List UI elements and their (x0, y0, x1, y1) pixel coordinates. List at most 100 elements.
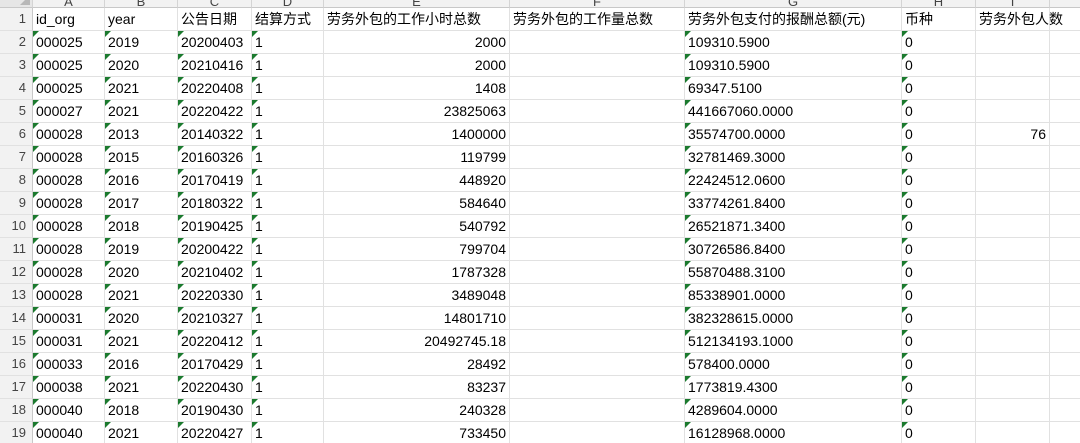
header-cell-a[interactable]: id_org (33, 8, 105, 31)
cell-id-org[interactable]: 000028 (33, 169, 105, 192)
cell-settle[interactable]: 1 (252, 307, 324, 330)
row-number[interactable]: 18 (0, 399, 33, 422)
cell-j[interactable] (1050, 376, 1080, 399)
cell-people[interactable] (976, 192, 1050, 215)
cell-pay[interactable]: 4289604.0000 (685, 399, 902, 422)
cell-workload[interactable] (510, 77, 685, 100)
cell-date[interactable]: 20200422 (178, 238, 252, 261)
cell-workload[interactable] (510, 307, 685, 330)
cell-id-org[interactable]: 000028 (33, 146, 105, 169)
cell-j[interactable] (1050, 192, 1080, 215)
cell-currency[interactable]: 0 (902, 215, 976, 238)
header-cell-c[interactable]: 公告日期 (178, 8, 252, 31)
cell-year[interactable]: 2013 (105, 123, 178, 146)
cell-people[interactable] (976, 261, 1050, 284)
cell-settle[interactable]: 1 (252, 169, 324, 192)
cell-workload[interactable] (510, 54, 685, 77)
cell-pay[interactable]: 109310.5900 (685, 31, 902, 54)
column-header-f[interactable]: F (510, 0, 685, 8)
cell-settle[interactable]: 1 (252, 54, 324, 77)
header-cell-j[interactable] (1050, 8, 1080, 31)
cell-hours[interactable]: 14801710 (324, 307, 510, 330)
cell-settle[interactable]: 1 (252, 123, 324, 146)
cell-id-org[interactable]: 000031 (33, 330, 105, 353)
row-number[interactable]: 16 (0, 353, 33, 376)
cell-currency[interactable]: 0 (902, 376, 976, 399)
cell-currency[interactable]: 0 (902, 261, 976, 284)
cell-workload[interactable] (510, 238, 685, 261)
cell-currency[interactable]: 0 (902, 238, 976, 261)
cell-currency[interactable]: 0 (902, 192, 976, 215)
cell-currency[interactable]: 0 (902, 77, 976, 100)
cell-pay[interactable]: 382328615.0000 (685, 307, 902, 330)
cell-year[interactable]: 2020 (105, 54, 178, 77)
cell-hours[interactable]: 540792 (324, 215, 510, 238)
cell-date[interactable]: 20190425 (178, 215, 252, 238)
cell-year[interactable]: 2021 (105, 422, 178, 443)
cell-date[interactable]: 20170429 (178, 353, 252, 376)
cell-j[interactable] (1050, 100, 1080, 123)
cell-people[interactable] (976, 100, 1050, 123)
cell-workload[interactable] (510, 146, 685, 169)
column-header-c[interactable]: C (178, 0, 252, 8)
cell-id-org[interactable]: 000038 (33, 376, 105, 399)
cell-settle[interactable]: 1 (252, 261, 324, 284)
cell-pay[interactable]: 578400.0000 (685, 353, 902, 376)
cell-year[interactable]: 2019 (105, 31, 178, 54)
cell-hours[interactable]: 799704 (324, 238, 510, 261)
cell-id-org[interactable]: 000028 (33, 284, 105, 307)
cell-id-org[interactable]: 000033 (33, 353, 105, 376)
cell-pay[interactable]: 109310.5900 (685, 54, 902, 77)
cell-settle[interactable]: 1 (252, 330, 324, 353)
cell-id-org[interactable]: 000031 (33, 307, 105, 330)
row-number[interactable]: 12 (0, 261, 33, 284)
cell-date[interactable]: 20140322 (178, 123, 252, 146)
cell-people[interactable] (976, 31, 1050, 54)
cell-id-org[interactable]: 000028 (33, 215, 105, 238)
cell-id-org[interactable]: 000025 (33, 31, 105, 54)
cell-date[interactable]: 20210327 (178, 307, 252, 330)
header-cell-d[interactable]: 结算方式 (252, 8, 324, 31)
cell-workload[interactable] (510, 376, 685, 399)
header-cell-e[interactable]: 劳务外包的工作小时总数 (324, 8, 510, 31)
cell-date[interactable]: 20170419 (178, 169, 252, 192)
cell-hours[interactable]: 3489048 (324, 284, 510, 307)
select-all-corner[interactable] (0, 0, 33, 8)
cell-j[interactable] (1050, 284, 1080, 307)
cell-year[interactable]: 2021 (105, 77, 178, 100)
cell-j[interactable] (1050, 238, 1080, 261)
cell-pay[interactable]: 55870488.3100 (685, 261, 902, 284)
cell-year[interactable]: 2021 (105, 376, 178, 399)
cell-j[interactable] (1050, 353, 1080, 376)
cell-id-org[interactable]: 000028 (33, 123, 105, 146)
cell-year[interactable]: 2016 (105, 353, 178, 376)
cell-date[interactable]: 20220330 (178, 284, 252, 307)
header-cell-b[interactable]: year (105, 8, 178, 31)
cell-people[interactable] (976, 284, 1050, 307)
cell-workload[interactable] (510, 284, 685, 307)
cell-j[interactable] (1050, 31, 1080, 54)
column-header-a[interactable]: A (33, 0, 105, 8)
cell-j[interactable] (1050, 169, 1080, 192)
row-number[interactable]: 17 (0, 376, 33, 399)
header-cell-i[interactable]: 劳务外包人数 (976, 8, 1063, 31)
cell-hours[interactable]: 2000 (324, 54, 510, 77)
cell-pay[interactable]: 69347.5100 (685, 77, 902, 100)
cell-people[interactable] (976, 77, 1050, 100)
row-number[interactable]: 5 (0, 100, 33, 123)
row-number[interactable]: 2 (0, 31, 33, 54)
cell-id-org[interactable]: 000028 (33, 192, 105, 215)
cell-year[interactable]: 2017 (105, 192, 178, 215)
cell-hours[interactable]: 119799 (324, 146, 510, 169)
cell-settle[interactable]: 1 (252, 192, 324, 215)
cell-j[interactable] (1050, 54, 1080, 77)
cell-hours[interactable]: 1400000 (324, 123, 510, 146)
cell-id-org[interactable]: 000028 (33, 261, 105, 284)
cell-hours[interactable]: 23825063 (324, 100, 510, 123)
cell-people[interactable] (976, 54, 1050, 77)
cell-hours[interactable]: 1787328 (324, 261, 510, 284)
cell-pay[interactable]: 30726586.8400 (685, 238, 902, 261)
cell-hours[interactable]: 448920 (324, 169, 510, 192)
row-number[interactable]: 11 (0, 238, 33, 261)
cell-workload[interactable] (510, 261, 685, 284)
